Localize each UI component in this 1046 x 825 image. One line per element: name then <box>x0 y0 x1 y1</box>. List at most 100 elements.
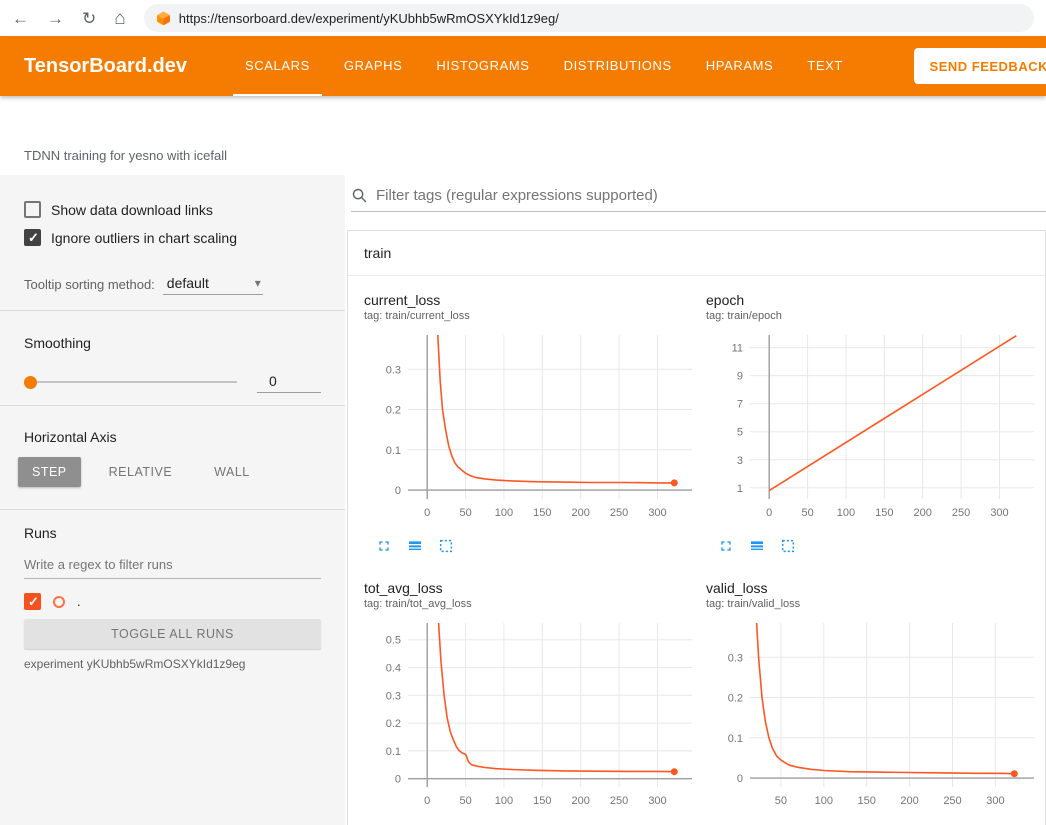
chart-canvas-valid-loss[interactable]: 5010015020025030000.10.20.3 <box>706 617 1044 818</box>
svg-text:300: 300 <box>986 795 1004 807</box>
svg-text:100: 100 <box>837 507 855 519</box>
fit-domain-icon[interactable] <box>780 538 796 554</box>
svg-text:200: 200 <box>572 795 590 807</box>
chart-title: current_loss <box>364 292 702 308</box>
line-weight-icon[interactable] <box>749 538 765 554</box>
svg-text:0.4: 0.4 <box>386 663 401 675</box>
svg-text:0: 0 <box>766 507 772 519</box>
header-tabs: SCALARS GRAPHS HISTOGRAMS DISTRIBUTIONS … <box>228 36 860 96</box>
svg-text:0: 0 <box>424 507 430 519</box>
runs-regex-input[interactable] <box>24 553 321 579</box>
forward-icon[interactable]: → <box>47 10 64 27</box>
svg-text:300: 300 <box>648 507 666 519</box>
tooltip-sorting-dropdown[interactable]: default ▾ <box>163 273 263 295</box>
smoothing-value-input[interactable]: 0 <box>257 371 321 393</box>
divider <box>0 405 345 406</box>
show-download-links-checkbox[interactable]: Show data download links <box>24 201 321 218</box>
svg-text:7: 7 <box>737 399 743 411</box>
chart-card-valid-loss: valid_loss tag: train/valid_loss 5010015… <box>706 580 1044 825</box>
slider-knob[interactable] <box>24 376 37 389</box>
address-bar[interactable]: https://tensorboard.dev/experiment/yKUbh… <box>144 4 1034 32</box>
filter-tags-input[interactable] <box>376 187 1046 204</box>
chart-tag: tag: train/current_loss <box>364 310 702 322</box>
send-feedback-button[interactable]: SEND FEEDBACK <box>914 48 1046 84</box>
svg-text:0: 0 <box>395 774 401 786</box>
toggle-all-runs-row: TOGGLE ALL RUNS <box>24 619 321 649</box>
chart-canvas-current-loss[interactable]: 05010015020025030000.10.20.3 <box>364 329 702 530</box>
run-color-swatch-icon <box>53 596 65 608</box>
svg-text:0.2: 0.2 <box>386 405 401 417</box>
chart-card-current-loss: current_loss tag: train/current_loss 050… <box>364 292 702 554</box>
chart-canvas-tot-avg-loss[interactable]: 05010015020025030000.10.20.30.40.5 <box>364 617 702 818</box>
app-logo[interactable]: TensorBoard.dev <box>24 55 204 78</box>
checkbox-unchecked-icon[interactable] <box>24 201 41 218</box>
svg-text:0: 0 <box>737 773 743 785</box>
checkbox-checked-icon[interactable] <box>24 229 41 246</box>
svg-text:3: 3 <box>737 455 743 467</box>
svg-text:0: 0 <box>395 485 401 497</box>
svg-text:50: 50 <box>801 507 813 519</box>
tab-scalars[interactable]: SCALARS <box>233 36 322 96</box>
tensorboard-page: { "browser": { "url": "https://tensorboa… <box>0 0 1046 825</box>
tooltip-sorting-row: Tooltip sorting method: default ▾ <box>24 273 321 295</box>
ignore-outliers-checkbox[interactable]: Ignore outliers in chart scaling <box>24 229 321 246</box>
chart-title: tot_avg_loss <box>364 580 702 596</box>
line-weight-icon[interactable] <box>407 538 423 554</box>
reload-icon[interactable]: ↻ <box>82 10 96 27</box>
svg-text:150: 150 <box>858 795 876 807</box>
horizontal-axis-label: Horizontal Axis <box>24 429 321 445</box>
browser-toolbar: ← → ↻ ⌂ https://tensorboard.dev/experime… <box>0 0 1046 36</box>
chart-tag: tag: train/tot_avg_loss <box>364 598 702 610</box>
tab-hparams[interactable]: HPARAMS <box>694 36 786 96</box>
toggle-all-runs-button[interactable]: TOGGLE ALL RUNS <box>24 619 321 649</box>
axis-step-button[interactable]: STEP <box>18 457 81 487</box>
svg-text:11: 11 <box>732 343 743 355</box>
svg-text:5: 5 <box>737 427 743 439</box>
back-icon[interactable]: ← <box>12 10 29 27</box>
home-icon[interactable]: ⌂ <box>114 9 125 28</box>
svg-text:0.3: 0.3 <box>386 690 401 702</box>
svg-text:100: 100 <box>815 795 833 807</box>
smoothing-slider[interactable] <box>24 375 237 389</box>
svg-text:0.5: 0.5 <box>386 635 401 647</box>
main-content: train current_loss tag: train/current_lo… <box>345 175 1046 825</box>
chart-card-tot-avg-loss: tot_avg_loss tag: train/tot_avg_loss 0 50… <box>364 580 702 825</box>
svg-text:300: 300 <box>648 795 666 807</box>
run-list-item[interactable]: . <box>24 593 321 610</box>
horizontal-axis-buttons: STEP RELATIVE WALL <box>18 457 321 487</box>
tab-histograms[interactable]: HISTOGRAMS <box>424 36 541 96</box>
chart-title: epoch <box>706 292 1044 308</box>
fit-domain-icon[interactable] <box>438 538 454 554</box>
axis-relative-button[interactable]: RELATIVE <box>95 457 187 487</box>
url-text[interactable]: https://tensorboard.dev/experiment/yKUbh… <box>179 11 559 26</box>
chevron-down-icon: ▾ <box>255 276 261 290</box>
svg-text:200: 200 <box>914 507 932 519</box>
svg-text:250: 250 <box>943 795 961 807</box>
show-download-links-label: Show data download links <box>51 202 213 218</box>
tab-distributions[interactable]: DISTRIBUTIONS <box>552 36 684 96</box>
run-checkbox[interactable] <box>24 593 41 610</box>
chart-title: valid_loss <box>706 580 1044 596</box>
chart-canvas-epoch[interactable]: 0501001502002503001357911 <box>706 329 1044 530</box>
fullscreen-icon[interactable] <box>376 538 392 554</box>
svg-text:50: 50 <box>459 795 471 807</box>
divider <box>0 509 345 510</box>
svg-text:0.1: 0.1 <box>728 733 743 745</box>
train-section-title: train <box>364 245 391 261</box>
smoothing-label: Smoothing <box>24 335 321 351</box>
svg-text:1: 1 <box>737 483 743 495</box>
svg-text:100: 100 <box>495 507 513 519</box>
tab-graphs[interactable]: GRAPHS <box>332 36 415 96</box>
tab-text[interactable]: TEXT <box>795 36 855 96</box>
filter-tags-row <box>351 181 1046 212</box>
svg-text:150: 150 <box>875 507 893 519</box>
fullscreen-icon[interactable] <box>718 538 734 554</box>
svg-text:0.3: 0.3 <box>386 364 401 376</box>
chart-toolbar <box>364 538 702 554</box>
runs-filter-row <box>24 553 321 579</box>
axis-wall-button[interactable]: WALL <box>200 457 264 487</box>
settings-sidebar: Show data download links Ignore outliers… <box>0 175 345 825</box>
svg-text:0.1: 0.1 <box>386 746 401 758</box>
chart-tag: tag: train/epoch <box>706 310 1044 322</box>
train-section-header[interactable]: train <box>348 231 1045 276</box>
